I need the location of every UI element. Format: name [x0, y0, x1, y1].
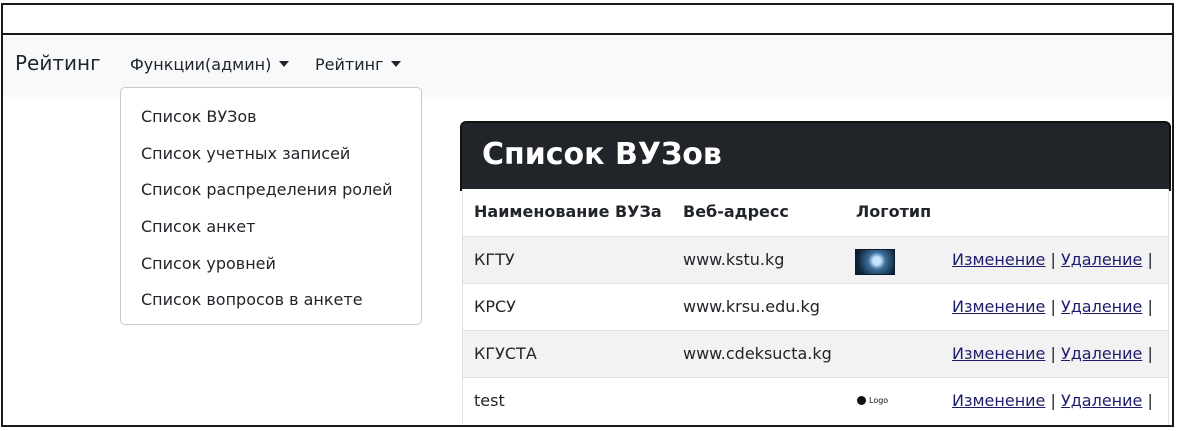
- dropdown-item-role-distribution[interactable]: Список распределения ролей: [141, 180, 393, 199]
- table-row: КРСУ www.krsu.edu.kg Изменение | Удалени…: [463, 283, 1168, 331]
- edit-link[interactable]: Изменение: [952, 391, 1045, 410]
- delete-link[interactable]: Удаление: [1061, 297, 1142, 316]
- caret-down-icon: [279, 61, 290, 67]
- cell-name: КРСУ: [474, 297, 516, 316]
- cell-web: www.kstu.kg: [683, 250, 785, 269]
- menu-admin-functions[interactable]: Функции(админ): [130, 55, 290, 74]
- page-title: Список ВУЗов: [482, 137, 722, 172]
- cell-web: www.krsu.edu.kg: [683, 297, 820, 316]
- action-separator: |: [1147, 250, 1153, 269]
- row-actions: Изменение | Удаление |: [952, 250, 1153, 269]
- admin-functions-dropdown: Список ВУЗов Список учетных записей Спис…: [120, 87, 422, 325]
- action-separator: |: [1050, 250, 1056, 269]
- edit-link[interactable]: Изменение: [952, 344, 1045, 363]
- column-header-name: Наименование ВУЗа: [474, 202, 662, 221]
- panel-header: Список ВУЗов: [462, 123, 1169, 189]
- menu-rating[interactable]: Рейтинг: [315, 55, 402, 74]
- action-separator: |: [1050, 297, 1056, 316]
- column-header-logo: Логотип: [856, 202, 932, 221]
- row-actions: Изменение | Удаление |: [952, 344, 1153, 363]
- table-row: КГТУ www.kstu.kg Изменение | Удаление |: [463, 236, 1168, 284]
- cell-web: www.cdeksucta.kg: [683, 344, 832, 363]
- delete-link[interactable]: Удаление: [1061, 391, 1142, 410]
- logo-mark-icon: [857, 396, 866, 405]
- university-logo-image: Logo: [857, 396, 888, 405]
- cell-name: КГУСТА: [474, 344, 537, 363]
- university-logo-image: [855, 249, 895, 275]
- caret-down-icon: [391, 61, 402, 67]
- edit-link[interactable]: Изменение: [952, 250, 1045, 269]
- edit-link[interactable]: Изменение: [952, 297, 1045, 316]
- action-separator: |: [1050, 391, 1056, 410]
- dropdown-item-surveys[interactable]: Список анкет: [141, 217, 255, 236]
- universities-table: Наименование ВУЗа Веб-адресс Логотип КГТ…: [462, 189, 1169, 425]
- dropdown-item-universities[interactable]: Список ВУЗов: [141, 107, 257, 126]
- delete-link[interactable]: Удаление: [1061, 344, 1142, 363]
- action-separator: |: [1147, 297, 1153, 316]
- table-row: КГУСТА www.cdeksucta.kg Изменение | Удал…: [463, 330, 1168, 378]
- logo-text: Logo: [869, 396, 889, 405]
- action-separator: |: [1050, 344, 1056, 363]
- table-row: test Logo Изменение | Удаление |: [463, 377, 1168, 425]
- menu-rating-label: Рейтинг: [315, 55, 384, 74]
- column-header-web: Веб-адресс: [683, 202, 789, 221]
- dropdown-item-levels[interactable]: Список уровней: [141, 254, 276, 273]
- navbar-brand[interactable]: Рейтинг: [15, 51, 101, 75]
- app-window: Рейтинг Функции(админ) Рейтинг Список ВУ…: [1, 3, 1174, 427]
- dropdown-item-accounts[interactable]: Список учетных записей: [141, 144, 350, 163]
- action-separator: |: [1147, 391, 1153, 410]
- row-actions: Изменение | Удаление |: [952, 297, 1153, 316]
- dropdown-item-survey-questions[interactable]: Список вопросов в анкете: [141, 290, 363, 309]
- cell-name: КГТУ: [474, 250, 515, 269]
- menu-admin-functions-label: Функции(админ): [130, 55, 272, 74]
- table-header-row: Наименование ВУЗа Веб-адресс Логотип: [463, 189, 1168, 236]
- action-separator: |: [1147, 344, 1153, 363]
- row-actions: Изменение | Удаление |: [952, 391, 1153, 410]
- cell-name: test: [474, 391, 505, 410]
- delete-link[interactable]: Удаление: [1061, 250, 1142, 269]
